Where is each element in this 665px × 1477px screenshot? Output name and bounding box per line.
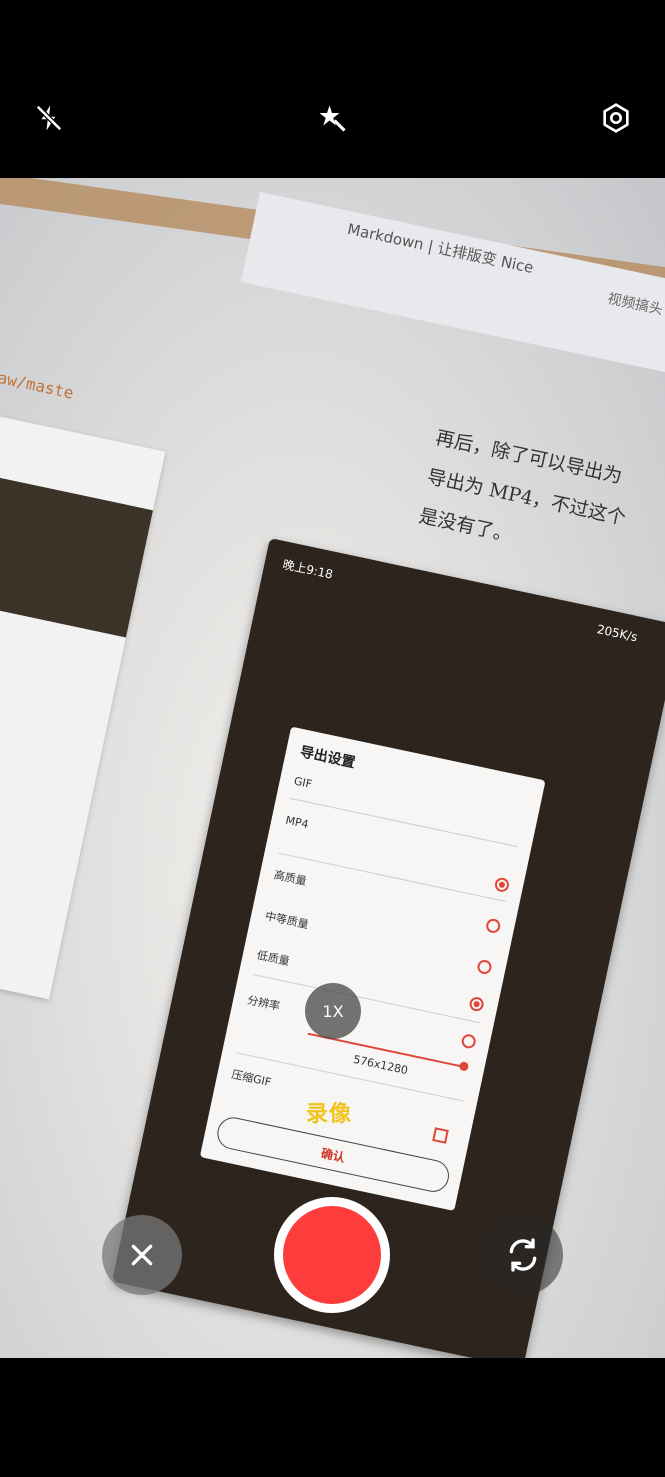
radio-mp4: [493, 876, 511, 894]
radio-high: [484, 917, 502, 935]
switch-camera-icon: [509, 1238, 537, 1272]
dialog-row-compress-gif: 压缩GIF: [230, 1067, 273, 1089]
article-text: 再后，除了可以导出为 导出为 MP4，不过这个 是没有了。: [415, 418, 638, 577]
left-window: [0, 408, 166, 1000]
close-icon: [131, 1244, 153, 1266]
dialog-row-low: 低质量: [255, 948, 291, 969]
divider: [252, 973, 480, 1024]
photographed-scene: Markdown | 让排版变 Nice 视频搞头 aw/maste 再后，除了…: [0, 178, 665, 1358]
settings-gear-icon[interactable]: [598, 100, 634, 136]
dialog-row-gif: GIF: [292, 774, 314, 791]
dialog-row-resolution: 分辨率: [246, 993, 282, 1014]
code-fragment: aw/maste: [0, 368, 76, 403]
export-settings-dialog: 导出设置 GIF MP4 高质量 中等质量 低质量 分辨率 576x1280 压…: [199, 726, 546, 1211]
switch-camera-button[interactable]: [483, 1215, 563, 1295]
camera-viewfinder[interactable]: Markdown | 让排版变 Nice 视频搞头 aw/maste 再后，除了…: [0, 178, 665, 1358]
phone-status-time: 晚上9:18: [281, 557, 335, 582]
camera-top-bar: [0, 0, 665, 178]
radio-medium: [476, 958, 493, 976]
flash-off-icon[interactable]: [31, 100, 67, 136]
dialog-title: 导出设置: [298, 744, 357, 772]
cancel-button[interactable]: [102, 1215, 182, 1295]
zoom-level-button[interactable]: 1X: [305, 983, 361, 1039]
record-button[interactable]: [274, 1197, 390, 1313]
left-window-preview: [0, 466, 153, 638]
record-indicator: [283, 1206, 381, 1304]
resolution-value: 576x1280: [352, 1052, 410, 1078]
compress-gif-checkbox: [432, 1127, 449, 1144]
dialog-row-medium: 中等质量: [264, 909, 310, 932]
phone-status-speed: 205K/s: [595, 622, 639, 645]
browser-tab-strip: [240, 192, 665, 391]
video-mode-label[interactable]: 录像: [306, 1096, 352, 1128]
radio-extra: [460, 1033, 478, 1050]
magic-wand-icon[interactable]: [314, 100, 350, 136]
resolution-slider-knob: [458, 1061, 470, 1072]
divider: [278, 852, 506, 902]
camera-bottom-bar: [0, 1358, 665, 1477]
dialog-row-mp4: MP4: [284, 813, 310, 832]
dialog-row-high: 高质量: [272, 868, 308, 888]
phone-screenshot: 晚上9:18 205K/s 导出设置 GIF MP4 高质量 中等质量 低质量 …: [111, 538, 665, 1358]
divider: [290, 797, 518, 848]
radio-low: [468, 995, 485, 1013]
